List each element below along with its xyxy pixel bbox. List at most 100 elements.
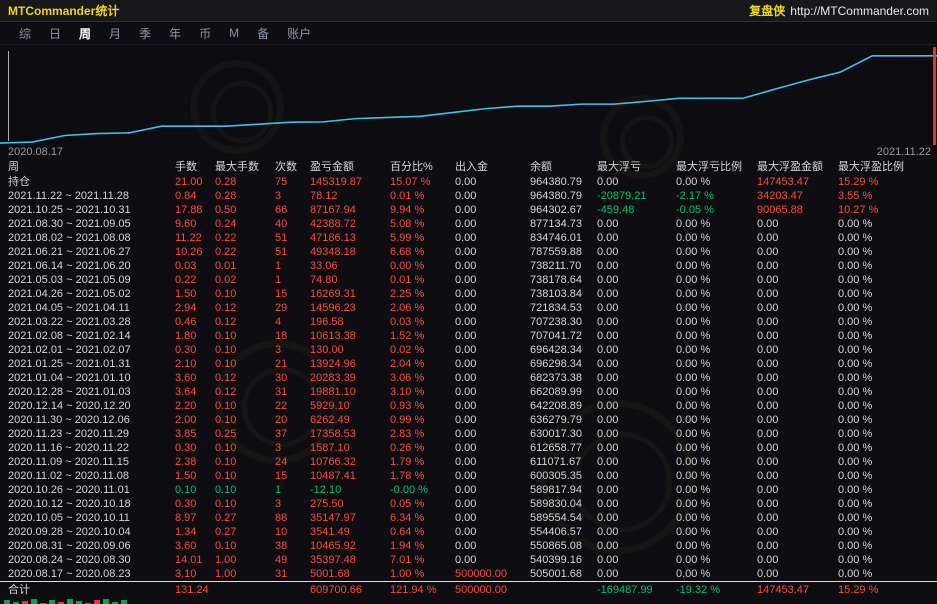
table-row[interactable]: 2020.08.17 ~ 2020.08.233.101.00315001.68… <box>0 567 937 581</box>
cell: 1.00 % <box>390 567 455 581</box>
table-row[interactable]: 2021.06.14 ~ 2021.06.200.030.01133.060.0… <box>0 259 937 273</box>
table-row[interactable]: 2020.11.23 ~ 2020.11.293.850.253717358.5… <box>0 427 937 441</box>
table-row[interactable]: 2021.02.01 ~ 2021.02.070.300.103130.000.… <box>0 343 937 357</box>
cell: 0.00 <box>455 329 530 343</box>
cell: 2021.06.21 ~ 2021.06.27 <box>8 245 175 259</box>
cell: 0.00 <box>455 245 530 259</box>
cell: 0.01 <box>215 259 275 273</box>
cell: 0.00 % <box>676 357 757 371</box>
cell: 14596.23 <box>310 301 390 315</box>
cell: 0.22 <box>175 273 215 287</box>
cell: 0.00 % <box>676 371 757 385</box>
table-row[interactable]: 2020.11.16 ~ 2020.11.220.300.1031587.100… <box>0 441 937 455</box>
table-row[interactable]: 2021.04.26 ~ 2021.05.021.500.101516269.3… <box>0 287 937 301</box>
brand-url-link[interactable]: http://MTCommander.com <box>790 4 929 18</box>
table-row[interactable]: 2021.06.21 ~ 2021.06.2710.260.225149348.… <box>0 245 937 259</box>
menu-item-2[interactable]: 日 <box>40 25 70 42</box>
cell: 51 <box>275 231 310 245</box>
menu-item-7[interactable]: 币 <box>190 25 220 42</box>
menu-item-3[interactable]: 周 <box>70 25 100 42</box>
table-row[interactable]: 2020.10.12 ~ 2020.10.180.300.103275.500.… <box>0 497 937 511</box>
table-row[interactable]: 2020.08.31 ~ 2020.09.063.600.103810465.9… <box>0 539 937 553</box>
cell: 49348.18 <box>310 245 390 259</box>
table-row[interactable]: 2021.10.25 ~ 2021.10.3117.880.506687167.… <box>0 203 937 217</box>
cell: 0.00 % <box>838 483 937 497</box>
table-row[interactable]: 2020.12.14 ~ 2020.12.202.200.10225929.10… <box>0 399 937 413</box>
cell: 0.00 <box>455 301 530 315</box>
cell: 3 <box>275 497 310 511</box>
cell: 0.10 <box>215 357 275 371</box>
cell: 0.00 % <box>676 385 757 399</box>
cell: 2.38 <box>175 455 215 469</box>
cell: 0.01 % <box>390 189 455 203</box>
cell: 0.00 <box>455 217 530 231</box>
table-row[interactable]: 2020.10.05 ~ 2020.10.118.970.278835147.9… <box>0 511 937 525</box>
mini-bar <box>103 599 109 604</box>
cell: 30 <box>275 371 310 385</box>
cell: 0.00 % <box>838 553 937 567</box>
table-row[interactable]: 2021.05.03 ~ 2021.05.090.220.02174.800.0… <box>0 273 937 287</box>
cell: 0.00 <box>757 273 838 287</box>
cell: 0.00 <box>597 315 676 329</box>
cell: -0.00 % <box>390 483 455 497</box>
table-row[interactable]: 2021.03.22 ~ 2021.03.280.460.124196.580.… <box>0 315 937 329</box>
cell: 0.30 <box>175 441 215 455</box>
table-row[interactable]: 2020.11.09 ~ 2020.11.152.380.102410766.3… <box>0 455 937 469</box>
cell: 18 <box>275 329 310 343</box>
table-row[interactable]: 2020.12.28 ~ 2021.01.033.640.123119881.1… <box>0 385 937 399</box>
cell: 0.00 <box>597 217 676 231</box>
table-row[interactable]: 2021.11.22 ~ 2021.11.280.840.28378.120.0… <box>0 189 937 203</box>
table-row[interactable]: 2021.02.08 ~ 2021.02.141.800.101810613.3… <box>0 329 937 343</box>
table-row[interactable]: 2021.04.05 ~ 2021.04.112.940.122914596.2… <box>0 301 937 315</box>
table-row[interactable]: 2021.01.25 ~ 2021.01.312.100.102113924.9… <box>0 357 937 371</box>
table-row[interactable]: 2021.08.30 ~ 2021.09.059.600.244042388.7… <box>0 217 937 231</box>
table-row[interactable]: 2021.01.04 ~ 2021.01.103.600.123020283.3… <box>0 371 937 385</box>
table-row[interactable]: 2020.08.24 ~ 2020.08.3014.011.004935397.… <box>0 553 937 567</box>
cell: 682373.38 <box>530 371 597 385</box>
chart-start-date: 2020.08.17 <box>8 146 63 160</box>
table-row[interactable]: 2020.09.28 ~ 2020.10.041.340.27103541.49… <box>0 525 937 539</box>
cell: 2.10 <box>175 357 215 371</box>
cell: 2020.11.02 ~ 2020.11.08 <box>8 469 175 483</box>
cell: 3.60 <box>175 539 215 553</box>
menu-item-8[interactable]: M <box>220 26 248 40</box>
menu-item-4[interactable]: 月 <box>100 25 130 42</box>
cell: 20 <box>275 413 310 427</box>
cell: 3.60 <box>175 371 215 385</box>
cell: 0.00 <box>597 413 676 427</box>
menu-item-1[interactable]: 综 <box>10 25 40 42</box>
cell: 3.64 <box>175 385 215 399</box>
cell: 0.00 <box>455 231 530 245</box>
cell: 3.06 % <box>390 371 455 385</box>
menu-item-6[interactable]: 年 <box>160 25 190 42</box>
cell: 0.00 <box>597 525 676 539</box>
cell: 0.00 % <box>676 469 757 483</box>
cell: 0.00 <box>757 413 838 427</box>
cell: 2.06 % <box>390 301 455 315</box>
cell: 0.00 % <box>676 553 757 567</box>
cell: 2020.09.28 ~ 2020.10.04 <box>8 525 175 539</box>
cell: 1.94 % <box>390 539 455 553</box>
cell: 0.00 <box>455 413 530 427</box>
cell: 38 <box>275 539 310 553</box>
cell: 0.00 % <box>838 245 937 259</box>
table-row[interactable]: 2020.10.26 ~ 2020.11.010.100.101-12.10-0… <box>0 483 937 497</box>
table-row[interactable]: 持仓21.000.2875145319.8715.07 %0.00964380.… <box>0 175 937 189</box>
cell: 707041.72 <box>530 329 597 343</box>
table-row[interactable]: 2020.11.02 ~ 2020.11.081.500.101510487.4… <box>0 469 937 483</box>
cell: 0.00 <box>597 371 676 385</box>
cell: 964302.67 <box>530 203 597 217</box>
menu-item-9[interactable]: 备 <box>248 25 278 42</box>
menu-item-5[interactable]: 季 <box>130 25 160 42</box>
cell: 0.00 <box>455 315 530 329</box>
cell: 2020.10.12 ~ 2020.10.18 <box>8 497 175 511</box>
cell: 0.00 % <box>676 497 757 511</box>
table-row[interactable]: 2020.11.30 ~ 2020.12.062.000.10206262.49… <box>0 413 937 427</box>
menu-item-10[interactable]: 账户 <box>278 25 320 42</box>
cell: 2021.06.14 ~ 2021.06.20 <box>8 259 175 273</box>
cell: 0.00 <box>597 511 676 525</box>
table-row[interactable]: 2021.08.02 ~ 2021.08.0811.220.225147186.… <box>0 231 937 245</box>
cell: 5929.10 <box>310 399 390 413</box>
cell: 0.05 % <box>390 497 455 511</box>
cell: 0.12 <box>215 385 275 399</box>
